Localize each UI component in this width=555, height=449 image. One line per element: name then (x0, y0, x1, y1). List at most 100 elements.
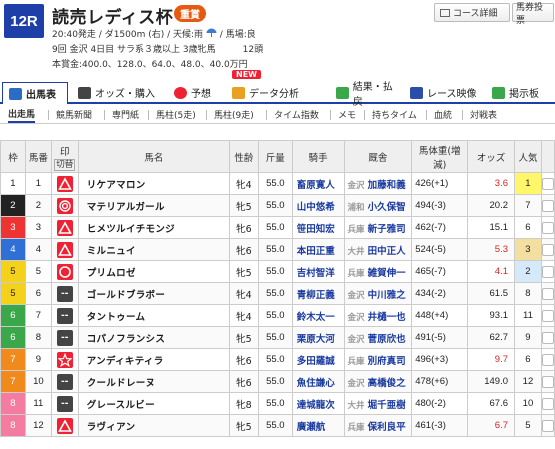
header-kinryo[interactable]: 斤量 (257, 140, 293, 173)
mark-toggle-button[interactable]: -- (56, 307, 73, 324)
subtab-time-index[interactable]: タイム指数 (274, 106, 319, 123)
favorite-cell[interactable] (540, 172, 555, 195)
trainer-link[interactable]: 新子雅司 (368, 224, 406, 235)
favorite-cell[interactable] (540, 392, 555, 415)
mark-cell[interactable]: -- (50, 392, 79, 415)
mark-toggle-button[interactable]: -- (56, 329, 73, 346)
tab-results[interactable]: 結果・払戻 (330, 82, 402, 108)
subtab-entries[interactable]: 出走馬 (8, 106, 36, 123)
subtab-specialist[interactable]: 専門紙 (112, 106, 139, 123)
jockey-link[interactable]: 栗原大河 (291, 326, 345, 349)
jockey-link[interactable]: 廣瀬航 (291, 414, 345, 437)
mark-cell[interactable] (50, 194, 79, 217)
table-row[interactable]: 1 1 リケアマロン 牝4 55.0 畜原寛人 金沢 加藤和義 426(+1) 3.6 1 (0, 172, 555, 195)
course-detail-button[interactable]: コース詳細 (434, 3, 510, 22)
horse-name-link[interactable]: コパノフランシス (77, 326, 230, 349)
mark-toggle-button[interactable]: -- (56, 373, 73, 390)
table-row[interactable]: 5 5 プリムロゼ 牝5 55.0 吉村智洋 兵庫 雑賀伸一 465(-7) 4.1 2 (0, 260, 555, 283)
triangle-mark-icon[interactable] (56, 417, 73, 434)
favorite-checkbox-icon[interactable] (541, 265, 554, 278)
horse-name-link[interactable]: ゴールドブラボー (77, 282, 230, 305)
ticket-vote-button[interactable]: 馬券投票 (512, 3, 554, 26)
trainer-link[interactable]: 菅原欣也 (368, 334, 406, 345)
favorite-checkbox-icon[interactable] (541, 199, 554, 212)
horse-name-link[interactable]: マテリアルガール (77, 194, 230, 217)
mark-cell[interactable]: -- (50, 326, 79, 349)
circle-mark-icon[interactable] (56, 263, 73, 280)
header-umaban[interactable]: 馬番 (24, 140, 52, 173)
favorite-cell[interactable] (540, 194, 555, 217)
mark-cell[interactable]: -- (50, 282, 79, 305)
horse-name-link[interactable]: クールドレーヌ (77, 370, 230, 393)
triangle-mark-icon[interactable] (56, 241, 73, 258)
favorite-cell[interactable] (540, 260, 555, 283)
jockey-link[interactable]: 多田羅誠 (291, 348, 345, 371)
tab-data-analysis[interactable]: データ分析 (226, 82, 304, 103)
trainer-link[interactable]: 保利良平 (368, 422, 406, 433)
table-row[interactable]: 6 7 -- タントゥーム 牝4 55.0 鈴木太一 金沢 井樋一也 448(+4) 93.1 11 (0, 304, 555, 327)
mark-toggle-button[interactable]: -- (56, 395, 73, 412)
favorite-checkbox-icon[interactable] (541, 287, 554, 300)
mark-cell[interactable] (50, 172, 79, 195)
horse-name-link[interactable]: ラヴィアン (77, 414, 230, 437)
mark-cell[interactable]: -- (50, 304, 79, 327)
subtab-pedigree[interactable]: 血統 (434, 106, 452, 123)
trainer-link[interactable]: 堀千亜樹 (368, 400, 406, 411)
table-row[interactable]: 4 4 ミルニュイ 牝6 55.0 本田正重 大井 田中正人 524(-5) 5.3 3 (0, 238, 555, 261)
horse-name-link[interactable]: アンディキティラ (77, 348, 230, 371)
horse-name-link[interactable]: タントゥーム (77, 304, 230, 327)
horse-name-link[interactable]: リケアマロン (77, 172, 230, 195)
trainer-link[interactable]: 別府真司 (368, 356, 406, 367)
jockey-link[interactable]: 畜原寛人 (291, 172, 345, 195)
horse-name-link[interactable]: ミルニュイ (77, 238, 230, 261)
mark-cell[interactable] (50, 238, 79, 261)
favorite-cell[interactable] (540, 414, 555, 437)
table-row[interactable]: 2 2 マテリアルガール 牝5 55.0 山中悠希 浦和 小久保智 494(-3) 20.2 7 (0, 194, 555, 217)
favorite-cell[interactable] (540, 216, 555, 239)
jockey-link[interactable]: 山中悠希 (291, 194, 345, 217)
header-mark-toggle[interactable]: 切替 (54, 158, 76, 171)
favorite-cell[interactable] (540, 238, 555, 261)
tab-yoso[interactable]: 予想 (168, 82, 224, 103)
subtab-best-time[interactable]: 持ちタイム (372, 106, 417, 123)
favorite-checkbox-icon[interactable] (541, 221, 554, 234)
trainer-link[interactable]: 小久保智 (368, 202, 406, 213)
tab-race-video[interactable]: レース映像 (404, 82, 482, 103)
trainer-link[interactable]: 田中正人 (368, 246, 406, 257)
table-row[interactable]: 8 12 ラヴィアン 牝5 55.0 廣瀬航 兵庫 保利良平 461(-3) 6.7 5 (0, 414, 555, 437)
header-odds[interactable]: オッズ (467, 140, 515, 173)
trainer-link[interactable]: 井樋一也 (368, 312, 406, 323)
favorite-checkbox-icon[interactable] (541, 375, 554, 388)
horse-name-link[interactable]: グレースルビー (77, 392, 230, 415)
favorite-checkbox-icon[interactable] (541, 243, 554, 256)
header-pop[interactable]: 人気 (514, 140, 542, 173)
jockey-link[interactable]: 青柳正義 (291, 282, 345, 305)
favorite-checkbox-icon[interactable] (541, 309, 554, 322)
horse-name-link[interactable]: ヒメツルイチモンジ (77, 216, 230, 239)
table-row[interactable]: 5 6 -- ゴールドブラボー 牝4 55.0 青柳正義 金沢 中川雅之 434(-2) 61.5 8 (0, 282, 555, 305)
trainer-link[interactable]: 加藤和義 (368, 180, 406, 191)
triangle-mark-icon[interactable] (56, 175, 73, 192)
trainer-link[interactable]: 高橋俊之 (368, 378, 406, 389)
double-circle-mark-icon[interactable] (56, 197, 73, 214)
favorite-checkbox-icon[interactable] (541, 353, 554, 366)
favorite-checkbox-icon[interactable] (541, 397, 554, 410)
table-row[interactable]: 3 3 ヒメツルイチモンジ 牝6 55.0 笹田知宏 兵庫 新子雅司 462(-7) 15.1 6 (0, 216, 555, 239)
jockey-link[interactable]: 鈴木太一 (291, 304, 345, 327)
favorite-cell[interactable] (540, 282, 555, 305)
subtab-past9[interactable]: 馬柱(9走) (214, 106, 254, 123)
subtab-matchup[interactable]: 対戦表 (470, 106, 497, 123)
subtab-past5[interactable]: 馬柱(5走) (156, 106, 196, 123)
jockey-link[interactable]: 吉村智洋 (291, 260, 345, 283)
tab-board[interactable]: 掲示板 (486, 82, 552, 103)
tab-odds[interactable]: オッズ・購入 (72, 82, 162, 103)
mark-toggle-button[interactable]: -- (56, 285, 73, 302)
favorite-cell[interactable] (540, 326, 555, 349)
tab-shutsuba[interactable]: 出馬表 (2, 82, 68, 104)
jockey-link[interactable]: 笹田知宏 (291, 216, 345, 239)
mark-cell[interactable] (50, 216, 79, 239)
jockey-link[interactable]: 達城龍次 (291, 392, 345, 415)
subtab-memo[interactable]: メモ (338, 106, 356, 123)
favorite-checkbox-icon[interactable] (541, 331, 554, 344)
favorite-checkbox-icon[interactable] (541, 177, 554, 190)
